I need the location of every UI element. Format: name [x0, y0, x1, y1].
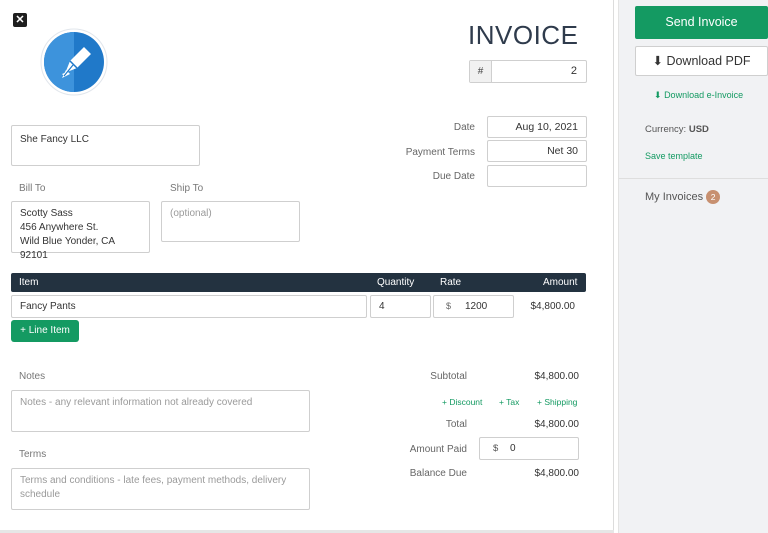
- currency-label: Currency:: [645, 124, 687, 135]
- terms-label: Terms: [19, 449, 47, 460]
- bill-to-field[interactable]: Scotty Sass 456 Anywhere St. Wild Blue Y…: [11, 201, 150, 261]
- notes-field[interactable]: Notes - any relevant information not alr…: [11, 390, 310, 432]
- send-invoice-button[interactable]: Send Invoice: [635, 6, 768, 39]
- subtotal-value: $4,800.00: [534, 371, 580, 382]
- item-quantity-field[interactable]: 4: [370, 295, 431, 318]
- amount-column-header: Amount: [543, 277, 578, 288]
- sidebar-divider: [619, 178, 768, 179]
- amount-paid-value: 0: [510, 443, 516, 454]
- currency-selector[interactable]: Currency: USD: [645, 124, 709, 135]
- terms-field[interactable]: Terms and conditions - late fees, paymen…: [11, 468, 310, 510]
- total-value: $4,800.00: [534, 419, 580, 430]
- invoice-number-field[interactable]: # 2: [469, 60, 587, 83]
- close-icon[interactable]: ✕: [13, 13, 27, 27]
- invoice-number-prefix: #: [470, 61, 492, 82]
- due-date-label: Due Date: [432, 171, 475, 182]
- add-shipping-link[interactable]: + Shipping: [537, 397, 577, 407]
- invoice-app: ✕ INVOICE # 2 She Fancy LLC Bill To Ship…: [0, 0, 768, 533]
- terms-placeholder: Terms and conditions - late fees, paymen…: [20, 475, 287, 500]
- amount-paid-field[interactable]: $ 0: [479, 437, 579, 460]
- due-date-field[interactable]: [487, 165, 587, 187]
- notes-placeholder: Notes - any relevant information not alr…: [20, 397, 253, 408]
- bill-to-line: Scotty Sass: [20, 208, 73, 219]
- ship-to-label: Ship To: [170, 183, 204, 194]
- quantity-column-header: Quantity: [377, 277, 415, 288]
- notes-label: Notes: [19, 371, 46, 382]
- my-invoices-count-badge: 2: [706, 190, 721, 204]
- invoice-editor: ✕ INVOICE # 2 She Fancy LLC Bill To Ship…: [0, 0, 614, 533]
- sidebar: [618, 0, 768, 533]
- rate-column-header: Rate: [440, 277, 462, 288]
- rate-currency-symbol: $: [446, 301, 452, 311]
- item-column-header: Item: [19, 277, 39, 288]
- my-invoices-label: My Invoices: [645, 190, 704, 203]
- rate-value: 1200: [465, 301, 488, 312]
- add-discount-link[interactable]: + Discount: [442, 397, 482, 407]
- subtotal-label: Subtotal: [430, 371, 467, 382]
- bill-to-line: 456 Anywhere St.: [20, 222, 99, 233]
- date-label: Date: [453, 122, 475, 133]
- download-icon: ⬇: [652, 54, 663, 68]
- download-pdf-button[interactable]: ⬇ Download PDF: [635, 46, 768, 76]
- from-field[interactable]: She Fancy LLC: [11, 125, 200, 166]
- total-label: Total: [445, 419, 467, 430]
- download-pdf-label: Download PDF: [666, 54, 751, 68]
- download-icon: ⬇: [654, 90, 662, 100]
- add-line-item-button[interactable]: + Line Item: [11, 320, 79, 342]
- fountain-pen-logo-icon[interactable]: [40, 28, 108, 96]
- bill-to-label: Bill To: [19, 183, 46, 194]
- balance-due-label: Balance Due: [409, 468, 467, 479]
- payment-terms-field[interactable]: Net 30: [487, 140, 587, 162]
- ship-to-field[interactable]: (optional): [161, 201, 300, 242]
- save-template-link[interactable]: Save template: [645, 151, 703, 161]
- item-name-field[interactable]: Fancy Pants: [11, 295, 367, 318]
- from-value: She Fancy LLC: [20, 134, 89, 145]
- currency-value: USD: [688, 124, 709, 135]
- ship-to-placeholder: (optional): [170, 208, 212, 219]
- invoice-title: INVOICE: [468, 20, 579, 50]
- item-amount: $4,800.00: [530, 301, 576, 312]
- add-tax-link[interactable]: + Tax: [499, 397, 519, 407]
- bill-to-line: Wild Blue Yonder, CA 92101: [20, 236, 115, 261]
- items-table-header: Item Quantity Rate Amount: [11, 273, 586, 292]
- download-einvoice-label: Download e-Invoice: [664, 90, 744, 100]
- invoice-number-value[interactable]: 2: [571, 61, 577, 82]
- my-invoices-link[interactable]: My Invoices 2: [645, 190, 721, 204]
- payment-terms-label: Payment Terms: [405, 147, 475, 158]
- date-field[interactable]: Aug 10, 2021: [487, 116, 587, 138]
- amount-paid-currency-symbol: $: [493, 443, 499, 454]
- amount-paid-label: Amount Paid: [409, 444, 467, 455]
- balance-due-value: $4,800.00: [534, 468, 580, 479]
- download-einvoice-link[interactable]: ⬇ Download e-Invoice: [654, 90, 743, 101]
